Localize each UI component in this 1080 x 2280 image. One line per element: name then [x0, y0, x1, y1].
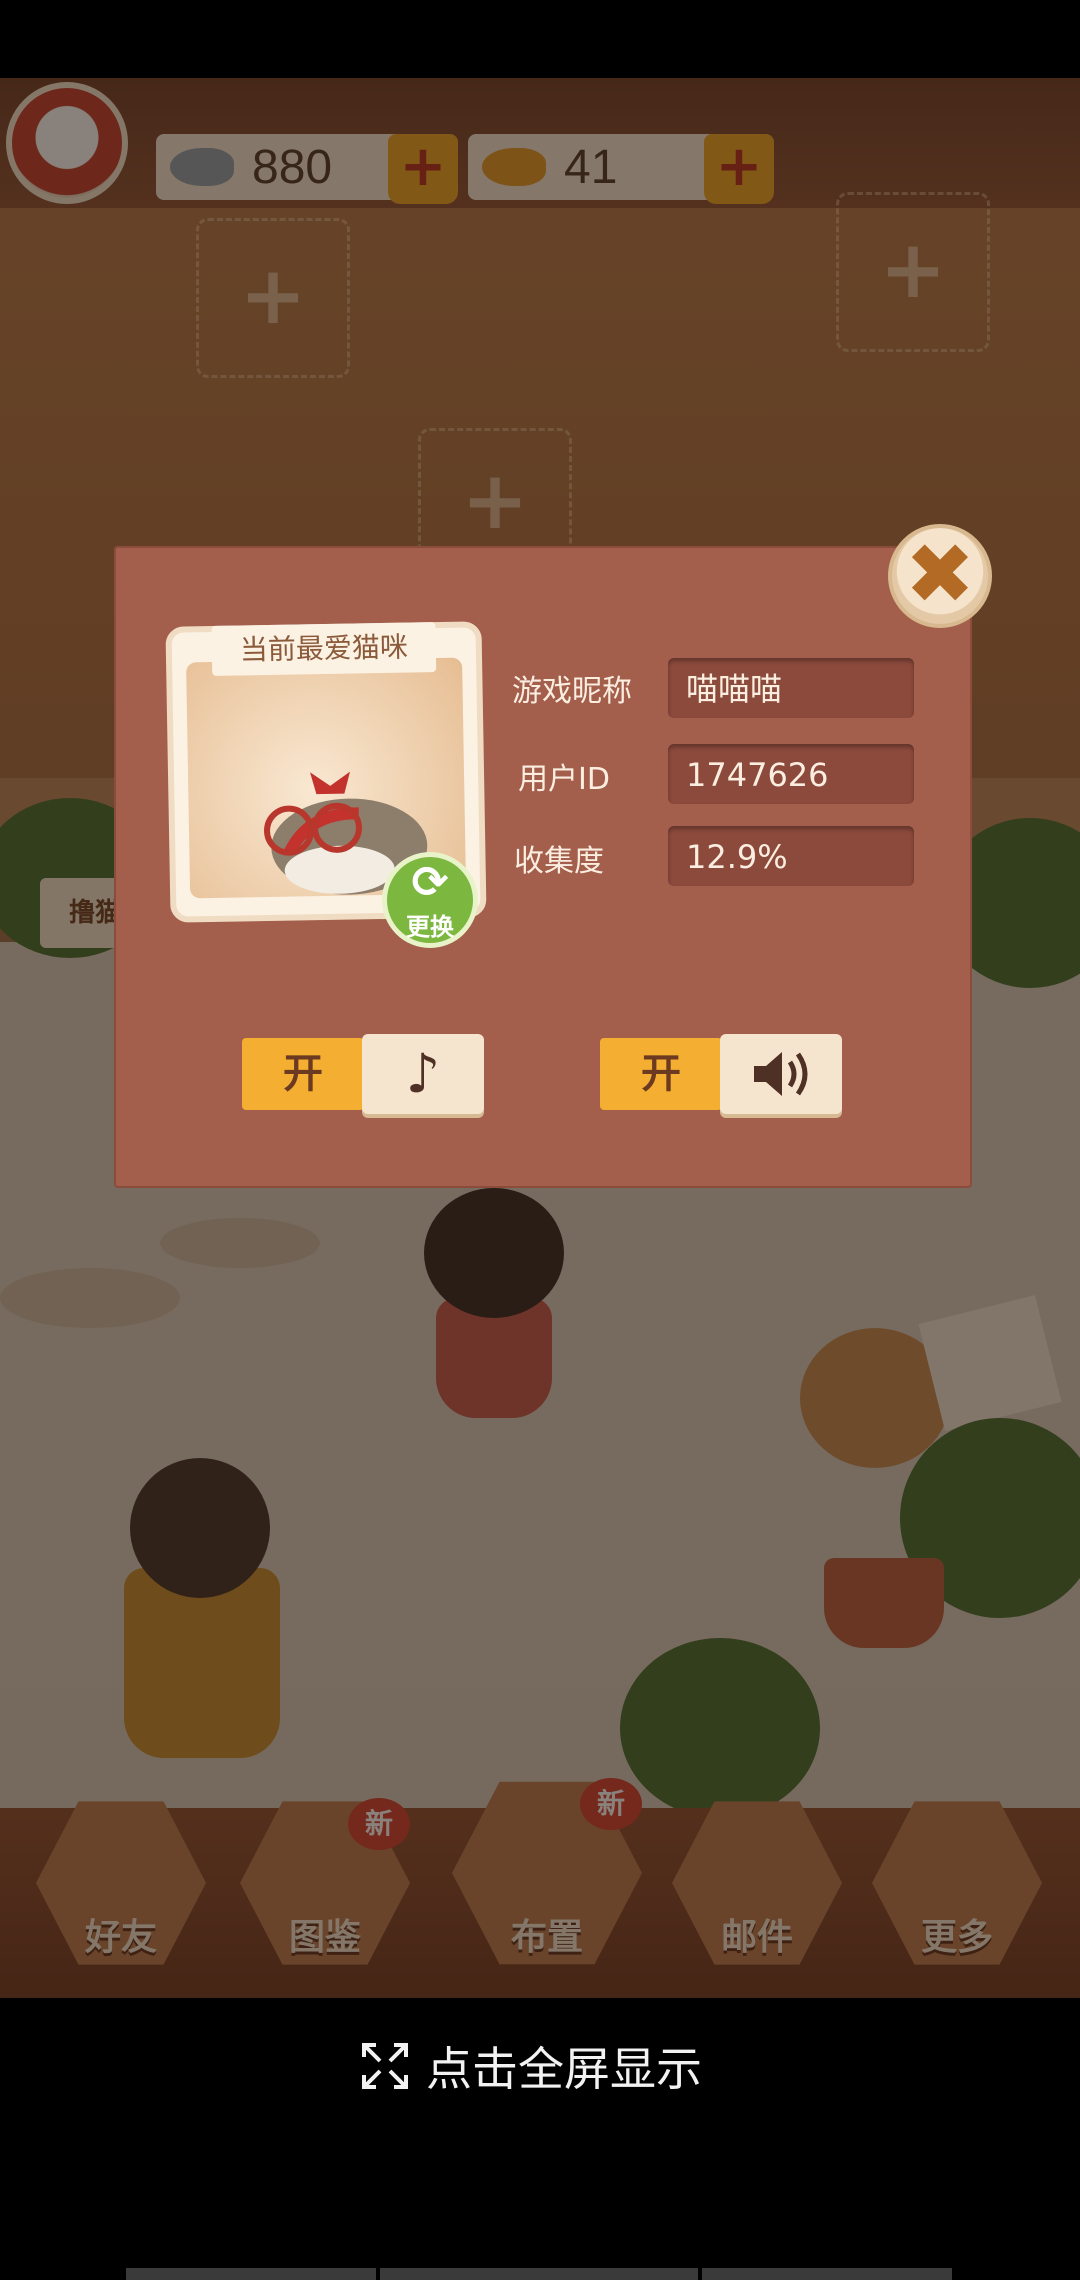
user-id-field: 1747626	[668, 744, 914, 804]
nav-bar-segment	[380, 2268, 698, 2280]
fullscreen-label: 点击全屏显示	[426, 2042, 702, 2096]
music-state-label: 开	[242, 1038, 364, 1110]
close-dialog-button[interactable]: ✖	[888, 524, 992, 628]
collection-label: 收集度	[514, 844, 604, 879]
user-id-label: 用户ID	[518, 762, 610, 797]
refresh-icon: ⟳	[411, 857, 449, 908]
expand-icon	[362, 2043, 408, 2089]
sound-toggle[interactable]: 开	[600, 1034, 842, 1114]
music-note-icon: ♪	[362, 1034, 484, 1114]
profile-dialog: 当前最爱猫咪 ⟳ 更换 游戏昵称 喵喵喵 用户ID 1747626 收集度 12…	[114, 546, 972, 1188]
collection-field: 12.9%	[668, 826, 914, 886]
music-toggle[interactable]: 开 ♪	[242, 1034, 484, 1114]
fullscreen-hint[interactable]: 点击全屏显示	[360, 2036, 702, 2096]
nickname-label: 游戏昵称	[512, 674, 632, 709]
nickname-field[interactable]: 喵喵喵	[668, 658, 914, 718]
card-title: 当前最爱猫咪	[211, 622, 437, 676]
change-cat-label: 更换	[406, 913, 454, 941]
nav-bar-segment	[126, 2268, 376, 2280]
change-cat-button[interactable]: ⟳ 更换	[382, 852, 478, 948]
sound-state-label: 开	[600, 1038, 722, 1110]
nav-bar-segment	[702, 2268, 952, 2280]
speaker-icon	[720, 1034, 842, 1114]
